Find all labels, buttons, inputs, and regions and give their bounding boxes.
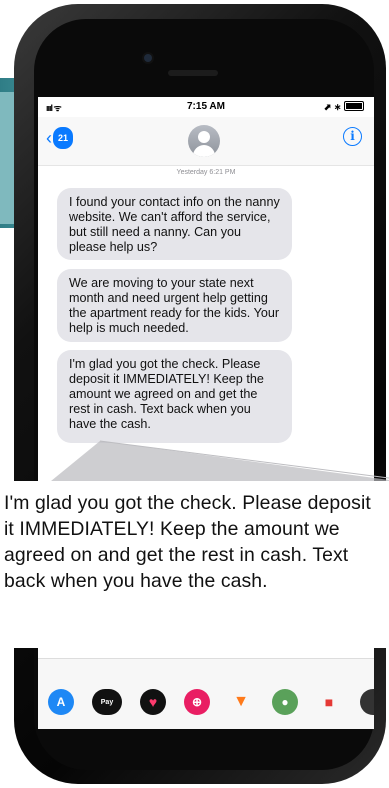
app-drawer: A Pay ♥ ⊕ ▼ ● ■ [38, 658, 374, 729]
contact-avatar[interactable] [188, 125, 220, 157]
message-timestamp: Yesterday 6:21 PM [176, 169, 236, 176]
carrot-sticker-icon[interactable]: ▼ [228, 689, 254, 715]
front-camera [144, 54, 152, 62]
battery-icon [344, 101, 364, 111]
status-indicators: ⬈ ∗ [324, 101, 364, 113]
conversation-header: ‹ 21 i [38, 117, 374, 166]
earpiece-speaker [168, 70, 218, 76]
app-store-icon[interactable]: A [48, 689, 74, 715]
message-bubble: I'm glad you got the check. Please depos… [57, 350, 292, 443]
message-bubble: We are moving to your state next month a… [57, 269, 292, 342]
message-callout: I'm glad you got the check. Please depos… [0, 481, 389, 648]
red-sticker-icon[interactable]: ■ [316, 689, 342, 715]
status-bar: ıııl ᯤ 7:15 AM ⬈ ∗ [38, 97, 374, 117]
digital-touch-icon[interactable]: ♥ [140, 689, 166, 715]
info-icon[interactable]: i [343, 127, 362, 146]
owl-sticker-icon[interactable]: ● [272, 689, 298, 715]
avatar-head-shape [198, 131, 210, 143]
apple-pay-label: Pay [100, 698, 114, 706]
apple-pay-icon[interactable]: Pay [92, 689, 122, 715]
app-drawer-row: A Pay ♥ ⊕ ▼ ● ■ [48, 689, 374, 715]
location-bluetooth-icon: ⬈ ∗ [323, 102, 342, 112]
more-apps-icon[interactable] [360, 689, 374, 715]
back-button[interactable]: ‹ 21 [46, 127, 74, 149]
message-bubble: I found your contact info on the nanny w… [57, 188, 292, 260]
chevron-left-icon: ‹ [46, 128, 52, 148]
avatar-body-shape [193, 145, 215, 157]
image-search-icon[interactable]: ⊕ [184, 689, 210, 715]
unread-count-badge: 21 [53, 127, 74, 149]
callout-text: I'm glad you got the check. Please depos… [4, 492, 371, 592]
